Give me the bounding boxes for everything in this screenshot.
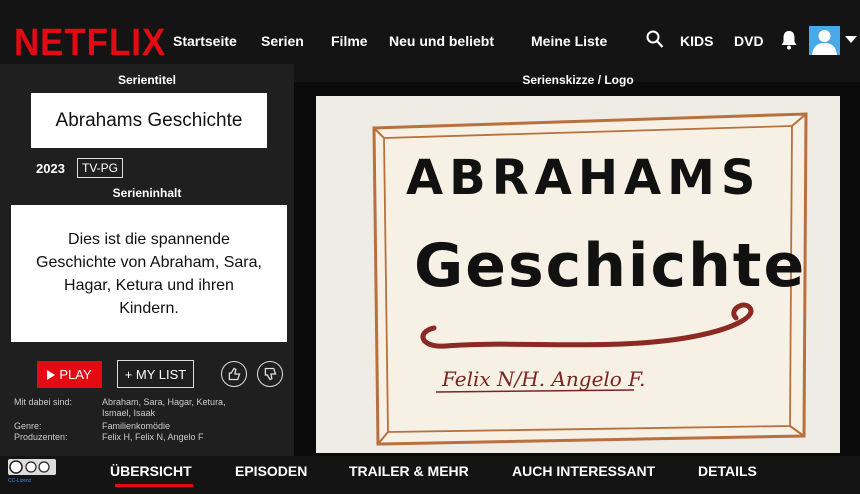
nav-meine-liste[interactable]: Meine Liste xyxy=(531,33,607,49)
series-title-heading: Serientitel xyxy=(117,73,177,87)
genre-label: Genre: xyxy=(14,421,42,431)
genre-value: Familienkomödie xyxy=(102,421,171,431)
search-icon[interactable] xyxy=(646,30,664,50)
play-icon xyxy=(47,369,56,380)
nav-startseite[interactable]: Startseite xyxy=(173,33,237,49)
sketch-signature: Felix N/H. Angelo F. xyxy=(441,367,645,391)
tab-details[interactable]: DETAILS xyxy=(698,463,757,479)
tab-uebersicht[interactable]: ÜBERSICHT xyxy=(110,463,192,479)
cc-link[interactable]: CC-Lizenz xyxy=(8,478,31,484)
active-tab-indicator xyxy=(115,484,193,487)
sketch-drawing: ABRAHAMS Geschichte Felix N/H. Angelo F. xyxy=(316,96,840,453)
sketch-heading: Serienskizze / Logo xyxy=(522,73,634,87)
user-icon xyxy=(812,30,837,55)
tab-trailer-und-mehr[interactable]: TRAILER & MEHR xyxy=(349,463,469,479)
avatar[interactable] xyxy=(809,26,840,55)
series-title: Abrahams Geschichte xyxy=(31,93,267,148)
tab-episoden[interactable]: EPISODEN xyxy=(235,463,307,479)
sketch-title-line-2: Geschichte xyxy=(414,231,806,301)
nav-kids[interactable]: KIDS xyxy=(680,33,713,49)
cast-label: Mit dabei sind: xyxy=(14,397,73,407)
thumbs-up-icon[interactable] xyxy=(221,361,247,387)
nav-filme[interactable]: Filme xyxy=(331,33,368,49)
series-content-heading: Serieninhalt xyxy=(112,186,182,200)
tab-auch-interessant[interactable]: AUCH INTERESSANT xyxy=(512,463,655,479)
producers-value: Felix H, Felix N, Angelo F xyxy=(102,432,204,442)
netflix-logo[interactable]: NETFLIX xyxy=(14,22,166,65)
series-sketch-image: ABRAHAMS Geschichte Felix N/H. Angelo F. xyxy=(316,96,840,453)
chevron-down-icon[interactable] xyxy=(845,36,857,43)
nav-neu-und-beliebt[interactable]: Neu und beliebt xyxy=(389,33,494,49)
my-list-button[interactable]: + MY LIST xyxy=(117,360,194,388)
play-label: PLAY xyxy=(59,367,92,382)
cc-license-icon xyxy=(9,460,50,474)
play-button[interactable]: PLAY xyxy=(37,361,102,388)
rating-badge: TV-PG xyxy=(77,158,124,178)
producers-label: Produzenten: xyxy=(14,432,68,442)
bell-icon[interactable] xyxy=(780,30,798,50)
series-description: Dies ist die spannende Geschichte von Ab… xyxy=(11,205,287,342)
sketch-title-line-1: ABRAHAMS xyxy=(406,150,762,206)
cast-line-1: Abraham, Sara, Hagar, Ketura, xyxy=(102,397,226,407)
release-year: 2023 xyxy=(36,161,65,176)
cast-line-2: Ismael, Isaak xyxy=(102,408,156,418)
creative-commons-badge xyxy=(8,459,56,475)
nav-serien[interactable]: Serien xyxy=(261,33,304,49)
nav-dvd[interactable]: DVD xyxy=(734,33,764,49)
description-text: Dies ist die spannende Geschichte von Ab… xyxy=(36,230,262,317)
thumbs-down-icon[interactable] xyxy=(257,361,283,387)
